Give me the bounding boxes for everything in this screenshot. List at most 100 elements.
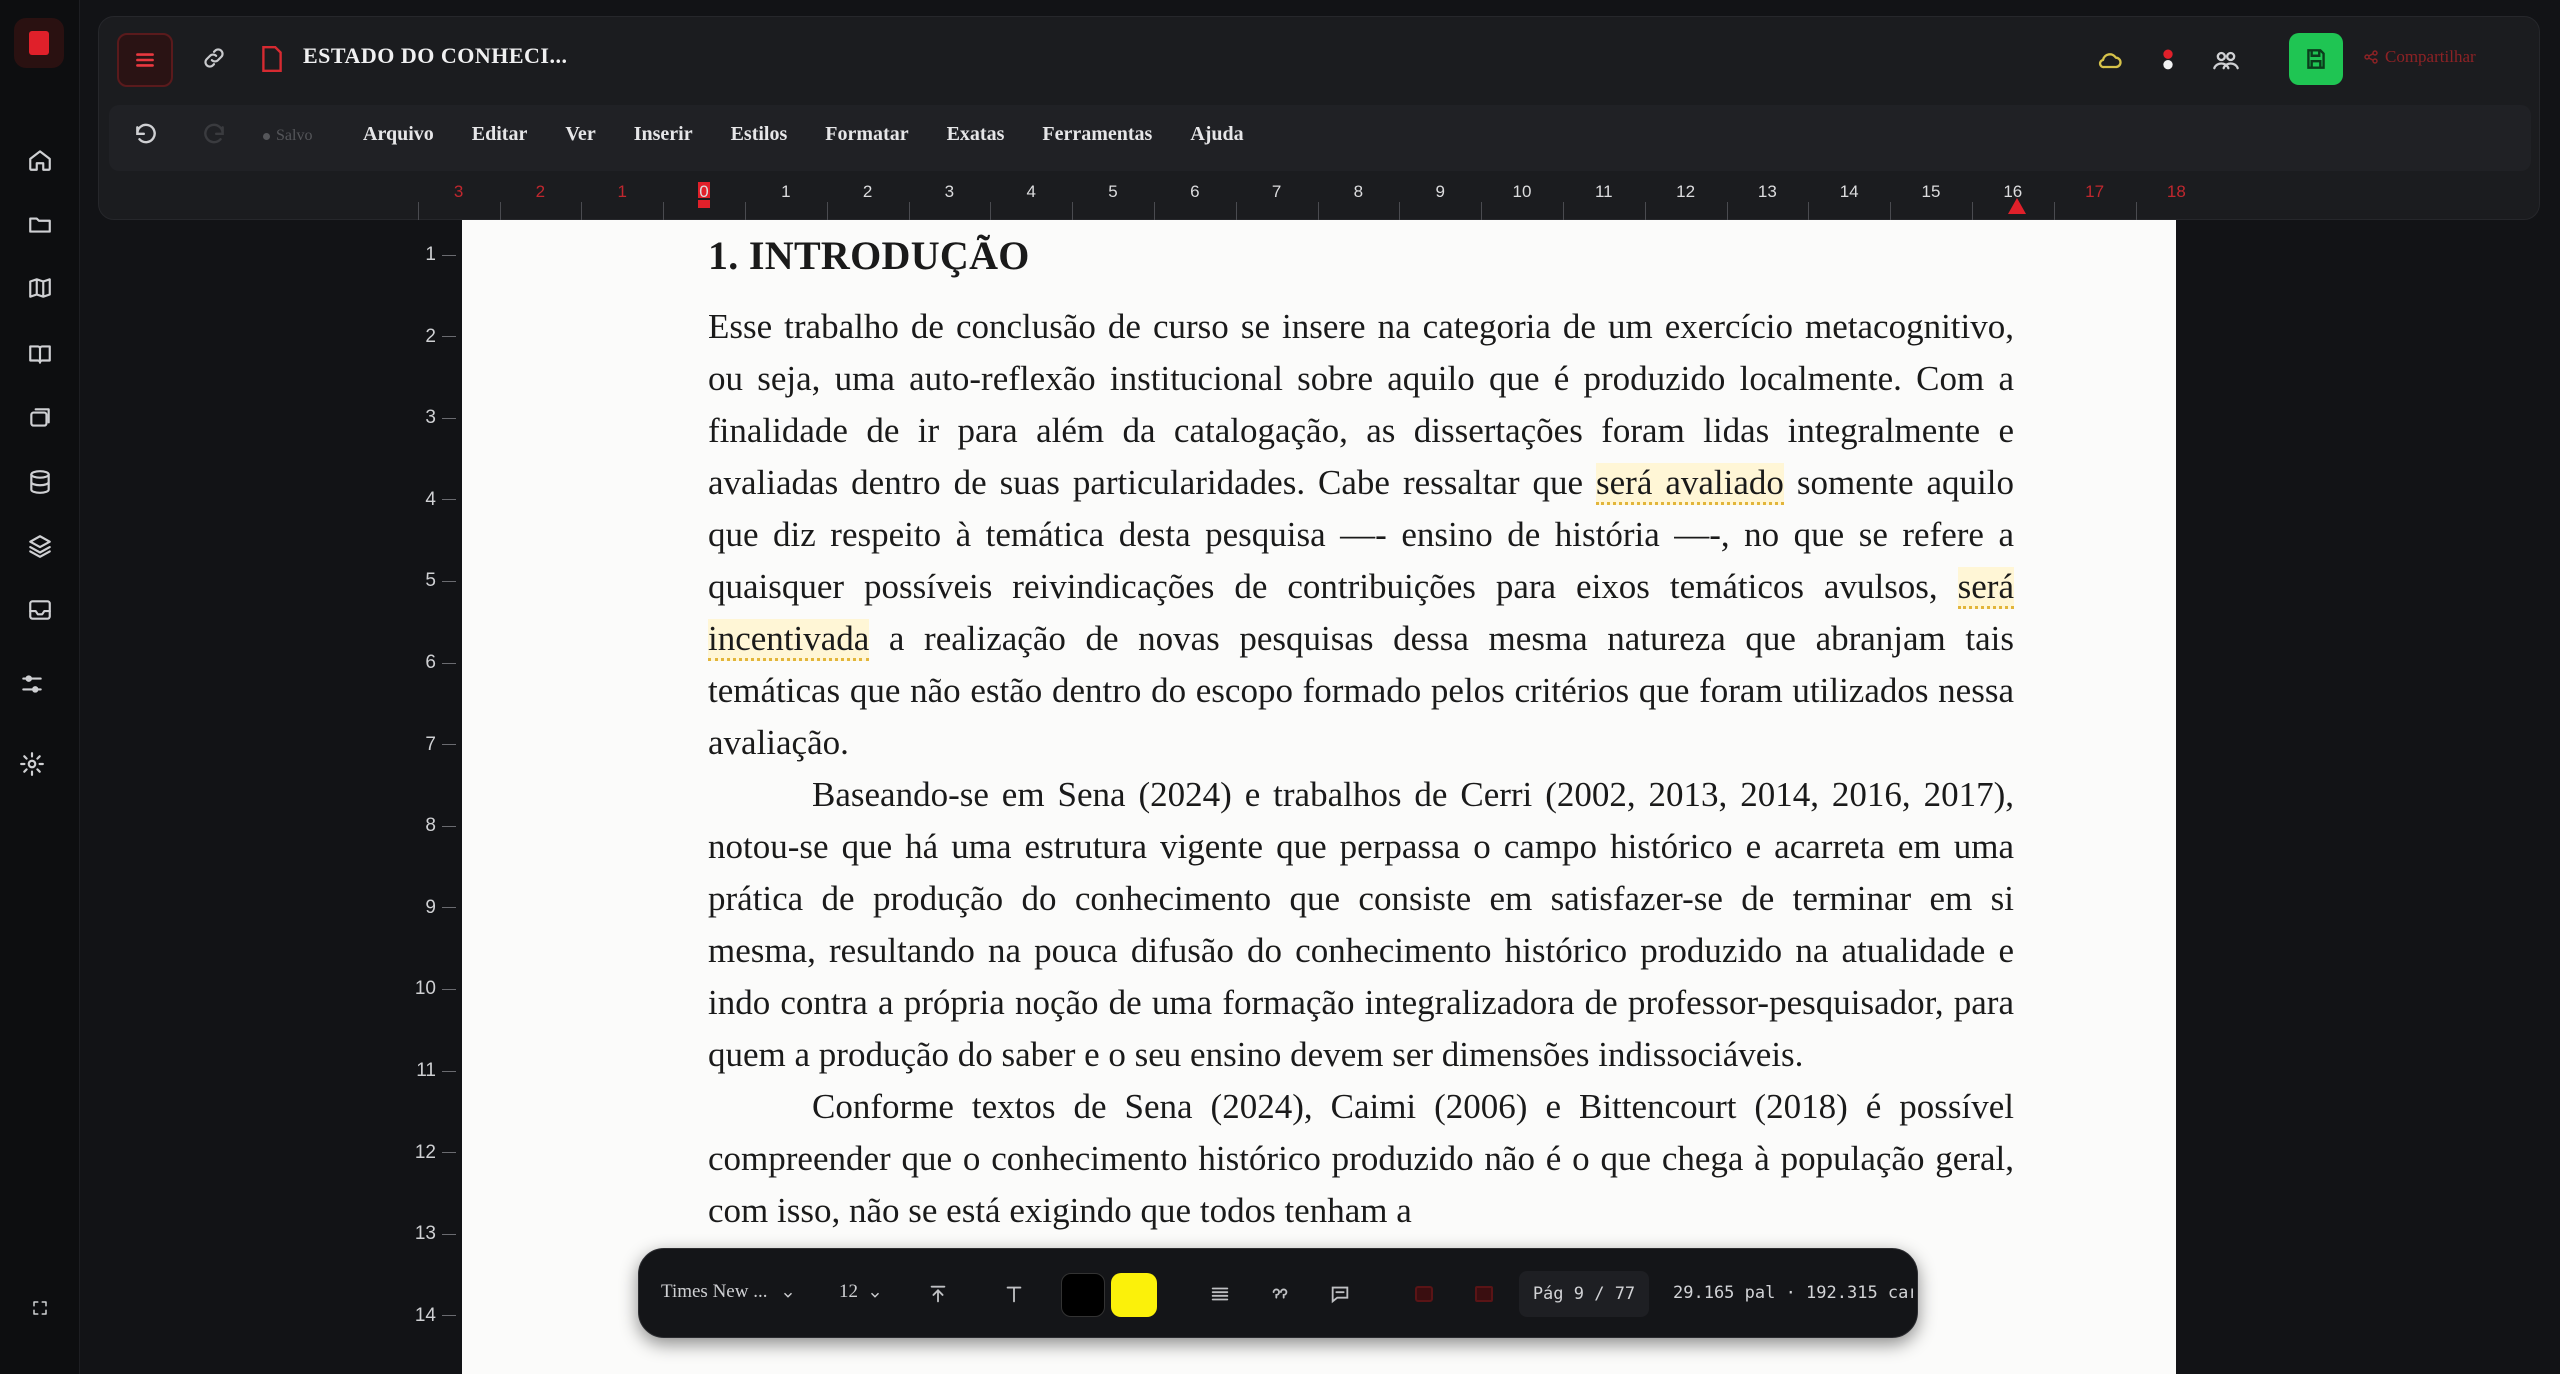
ruler-tick	[2135, 202, 2137, 220]
highlight-color-swatch[interactable]	[1111, 1273, 1157, 1317]
ruler-label: 15	[1921, 182, 1941, 201]
document-title[interactable]: ESTADO DO CONHECI...	[303, 43, 567, 69]
layers-icon[interactable]	[24, 530, 56, 562]
ruler-label: 2	[535, 182, 546, 201]
floppy-icon	[2307, 49, 2325, 69]
ruler-label: 3	[944, 182, 955, 201]
share-icon	[2364, 50, 2378, 64]
align-top-button[interactable]	[923, 1279, 953, 1309]
gear-icon[interactable]	[16, 748, 48, 780]
section-heading: 1. INTRODUÇÃO	[708, 233, 1030, 278]
line-number: 14	[415, 1305, 456, 1327]
redo-button[interactable]	[201, 123, 231, 153]
fullscreen-icon[interactable]	[24, 1292, 56, 1324]
ruler-label: 16	[2003, 182, 2023, 201]
ruler-tick	[1971, 202, 1973, 220]
line-number: 3	[425, 407, 456, 429]
font-size-select[interactable]: 12	[839, 1281, 880, 1303]
home-icon[interactable]	[24, 144, 56, 176]
ruler-label: 5	[1108, 182, 1118, 201]
paragraph-1: Esse trabalho de conclusão de curso se i…	[708, 307, 2014, 762]
table-button[interactable]	[1469, 1279, 1499, 1309]
text-color-swatch[interactable]	[1061, 1273, 1105, 1317]
document-page[interactable]: 1. INTRODUÇÃO Esse trabalho de conclusão…	[462, 220, 2176, 1374]
user-presence-icon[interactable]	[2151, 43, 2185, 77]
hamburger-menu-button[interactable]	[117, 33, 173, 87]
app-logo[interactable]	[14, 18, 64, 68]
database-icon[interactable]	[24, 466, 56, 498]
save-button[interactable]	[2289, 33, 2343, 85]
page-indicator[interactable]: Pág 9 / 77	[1519, 1271, 1649, 1317]
title-bar: ESTADO DO CONHECI... Compartilhar	[99, 17, 2539, 101]
ruler-label: 3	[453, 182, 464, 201]
ruler-tick	[1890, 202, 1892, 220]
save-status-label: Salvo	[276, 127, 313, 144]
menu-item-exatas[interactable]: Exatas	[947, 123, 1005, 146]
quote-button[interactable]	[1265, 1279, 1295, 1309]
ruler-tick	[2053, 202, 2055, 220]
inbox-icon[interactable]	[24, 594, 56, 626]
text-style-button[interactable]	[999, 1279, 1029, 1309]
ruler-tick	[1644, 202, 1646, 220]
image-button[interactable]	[1409, 1279, 1439, 1309]
comment-button[interactable]	[1325, 1279, 1355, 1309]
ruler-label: 0	[699, 182, 709, 201]
line-number: 11	[416, 1060, 456, 1082]
alignment-button[interactable]	[1205, 1279, 1235, 1309]
menu-item-editar[interactable]: Editar	[472, 123, 528, 146]
menu-item-formatar[interactable]: Formatar	[825, 123, 908, 146]
ruler-label: 9	[1435, 182, 1445, 201]
ruler-tick	[1399, 202, 1401, 220]
ruler-label: 4	[1026, 182, 1036, 201]
font-family-select[interactable]: Times New ...	[661, 1281, 793, 1303]
ruler-label: 1	[781, 182, 791, 201]
ruler-tick	[1726, 202, 1728, 220]
link-icon[interactable]	[201, 45, 231, 75]
sliders-icon[interactable]	[16, 668, 48, 700]
ruler-tick	[908, 202, 910, 220]
line-number-gutter: 1 2 3 4 5 6 7 8 9 10 11 12 13 14	[400, 220, 462, 1374]
ruler-label: 6	[1190, 182, 1200, 201]
folder-icon[interactable]	[24, 208, 56, 240]
ruler-label: 8	[1353, 182, 1364, 201]
menu-icon	[136, 53, 154, 67]
chevron-down-icon	[781, 1286, 793, 1298]
line-number: 10	[415, 978, 456, 1000]
ruler-label: 7	[1271, 182, 1282, 201]
arrow-up-bar-icon	[930, 1285, 946, 1303]
line-number: 8	[425, 815, 456, 837]
menu-item-ajuda[interactable]: Ajuda	[1190, 123, 1243, 146]
ruler-tick	[744, 202, 746, 220]
ruler-label: 1	[617, 182, 627, 201]
ruler-tick	[1562, 202, 1564, 220]
cloud-sync-icon[interactable]	[2093, 43, 2127, 77]
ruler-label: 11	[1594, 182, 1613, 201]
menu-item-arquivo[interactable]: Arquivo	[363, 123, 434, 146]
word-count: 29.165 pal · 192.315 car	[1673, 1283, 1913, 1303]
menu-item-ver[interactable]: Ver	[565, 123, 595, 146]
horizontal-ruler[interactable]: 3 2 1 0 1 2 3 4 5 6 7 8 9 10 11 12 13 14 15 16 17 18	[417, 178, 2186, 220]
share-label: Compartilhar	[2385, 47, 2476, 66]
map-icon[interactable]	[24, 272, 56, 304]
document-body[interactable]: 1. INTRODUÇÃO Esse trabalho de conclusão…	[708, 232, 2014, 1237]
menu-item-inserir[interactable]: Inserir	[634, 123, 693, 146]
collaborators-icon[interactable]	[2209, 43, 2243, 77]
undo-button[interactable]	[133, 123, 163, 153]
ruler-label: 14	[1839, 182, 1859, 201]
cards-icon[interactable]	[24, 402, 56, 434]
line-number: 7	[425, 734, 456, 756]
menu-item-ferramentas[interactable]: Ferramentas	[1042, 123, 1152, 146]
line-number: 6	[425, 652, 456, 674]
ruler-label: 13	[1757, 182, 1777, 201]
chevron-down-icon	[868, 1286, 880, 1298]
table-icon	[1475, 1286, 1493, 1302]
book-icon[interactable]	[24, 338, 56, 370]
font-size-value: 12	[839, 1281, 858, 1302]
suggestion-highlight[interactable]: será avaliado	[1596, 463, 1784, 505]
ruler-label: 18	[2166, 182, 2186, 201]
menu-item-estilos[interactable]: Estilos	[731, 123, 788, 146]
ruler-tick	[581, 202, 583, 220]
line-number: 2	[425, 326, 456, 348]
share-button[interactable]: Compartilhar	[2363, 47, 2476, 67]
text-t-icon	[1006, 1286, 1022, 1303]
